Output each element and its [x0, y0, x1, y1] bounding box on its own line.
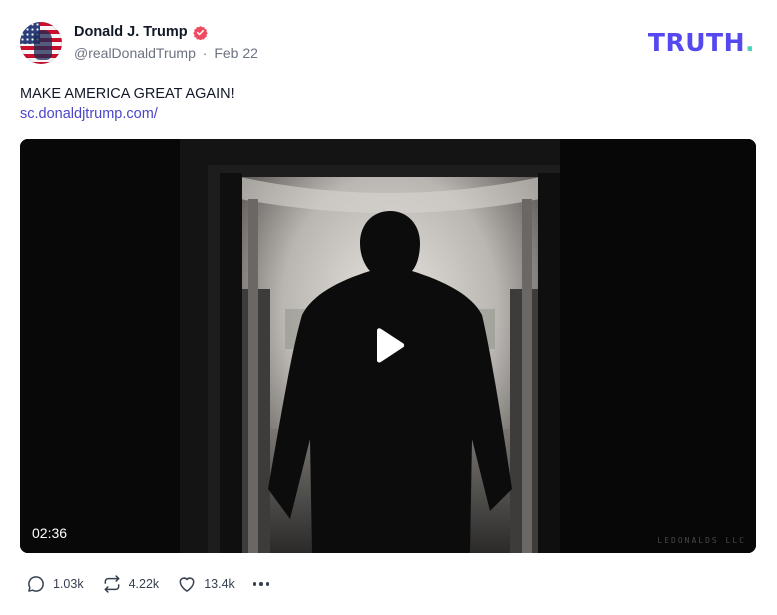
more-dot: [259, 582, 263, 586]
post-actions: 1.03k 4.22k 13.4k: [26, 574, 272, 594]
more-options-icon[interactable]: [252, 574, 273, 594]
author-block: Donald J. Trump @realDonaldTrump · Feb 2…: [74, 23, 258, 61]
like-button[interactable]: 13.4k: [177, 574, 235, 594]
author-display-name[interactable]: Donald J. Trump: [74, 24, 188, 40]
meta-separator: ·: [202, 45, 208, 61]
like-count: 13.4k: [204, 577, 235, 591]
retruth-count: 4.22k: [128, 577, 160, 591]
reply-icon: [28, 576, 44, 592]
truth-post: Donald J. Trump @realDonaldTrump · Feb 2…: [0, 0, 777, 615]
video-duration: 02:36: [32, 525, 68, 541]
post-date[interactable]: Feb 22: [214, 45, 258, 61]
reply-button[interactable]: 1.03k: [26, 574, 84, 594]
verified-badge-icon: [192, 25, 208, 40]
logo-text: TRUTH: [647, 28, 745, 57]
play-icon[interactable]: [372, 327, 406, 365]
more-dot: [252, 582, 257, 586]
video-watermark: LEDONALDS LLC: [657, 536, 746, 545]
post-text: MAKE AMERICA GREAT AGAIN!: [20, 86, 235, 102]
post-meta: @realDonaldTrump · Feb 22: [74, 45, 258, 61]
author-avatar[interactable]: [20, 22, 62, 64]
more-dot: [265, 582, 270, 586]
video-player[interactable]: 02:36 LEDONALDS LLC: [20, 139, 756, 553]
retruth-button[interactable]: 4.22k: [102, 574, 160, 594]
logo-period: .: [745, 28, 755, 57]
truth-social-logo[interactable]: TRUTH.: [648, 28, 755, 57]
post-link[interactable]: sc.donaldjtrump.com/: [20, 104, 158, 124]
avatar-portrait: [34, 30, 52, 60]
reply-count: 1.03k: [53, 577, 84, 591]
author-handle[interactable]: @realDonaldTrump: [74, 45, 196, 61]
retruth-icon: [104, 575, 120, 593]
author-name-row: Donald J. Trump: [74, 23, 258, 41]
heart-icon: [179, 577, 195, 592]
